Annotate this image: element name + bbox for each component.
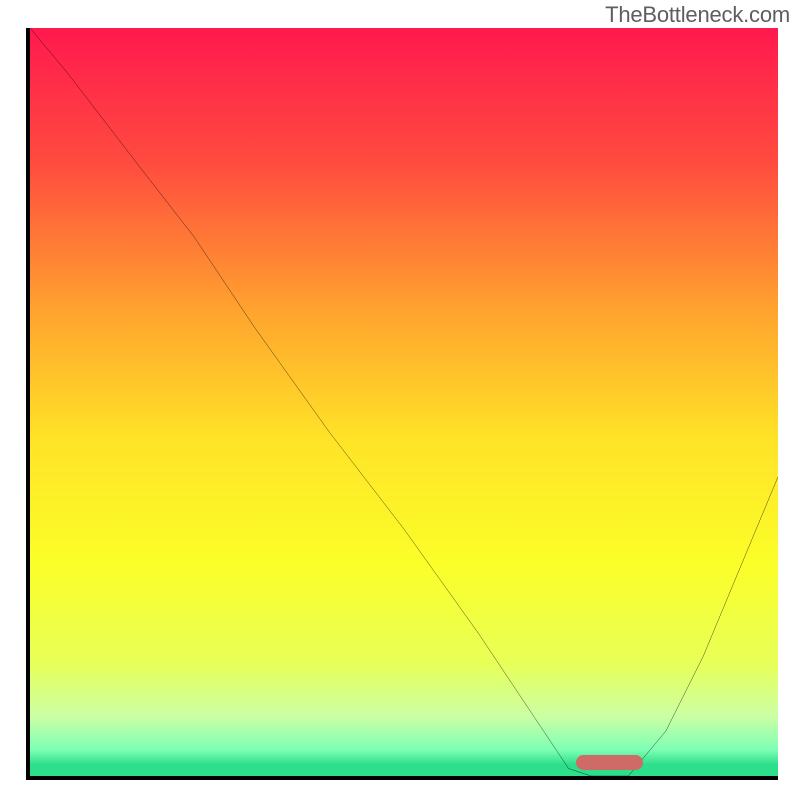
watermark-text: TheBottleneck.com bbox=[605, 2, 790, 28]
optimal-marker bbox=[576, 755, 643, 770]
curve-path bbox=[30, 28, 778, 776]
bottleneck-curve bbox=[30, 28, 778, 776]
plot-area bbox=[26, 28, 778, 780]
